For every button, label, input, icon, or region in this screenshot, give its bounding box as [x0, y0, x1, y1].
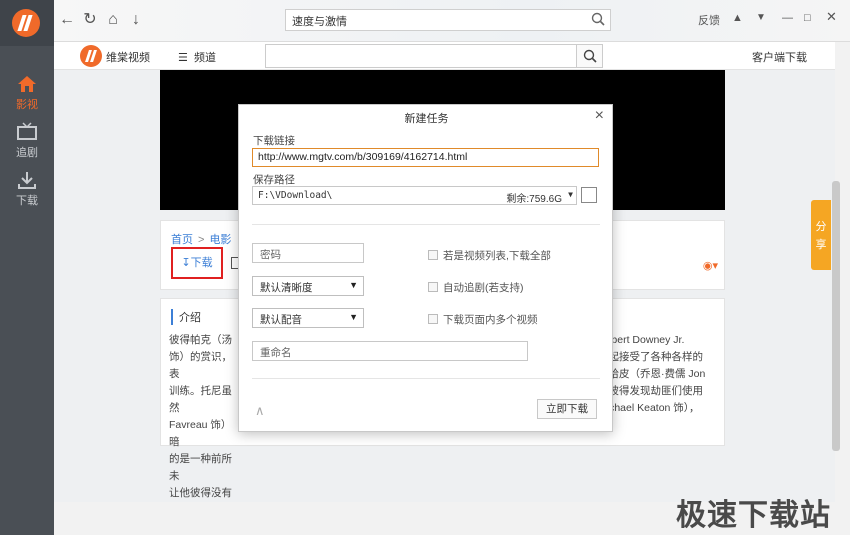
intro-line: 一起接受了各种各样的	[598, 351, 703, 363]
site-header: 维棠视频 ☰ 频道 客户端下载	[54, 42, 835, 70]
app-window: 影视 追剧 下载 ← ↻ ⌂ ↓ 速度与激情 反馈 ▲ ▼ — □ ✕ 维棠视频…	[0, 0, 850, 535]
option-label: 若是视频列表,下载全部	[443, 250, 551, 262]
path-label: 保存路径	[253, 174, 295, 186]
intro-line: 饰）的赏识，表	[169, 351, 232, 380]
breadcrumb-category[interactable]: 电影	[209, 234, 231, 246]
skin-icon[interactable]: ▲	[732, 12, 743, 24]
minimize-icon[interactable]: —	[782, 12, 793, 24]
checkbox[interactable]	[428, 314, 438, 324]
breadcrumb-separator: >	[198, 234, 205, 246]
sidebar-item-label: 追剧	[16, 147, 38, 159]
download-label: 下载	[190, 257, 213, 269]
password-input[interactable]: 密码	[252, 243, 364, 263]
collapse-up-icon[interactable]: ∧	[255, 403, 265, 419]
client-download-link[interactable]: 客户端下载	[752, 49, 807, 65]
chevron-down-icon[interactable]: ▼	[568, 190, 573, 199]
checkbox[interactable]	[428, 250, 438, 260]
option-auto-follow[interactable]: 自动追剧(若支持)	[428, 280, 524, 295]
intro-line: 工哈皮（乔恩·费儒 Jon	[598, 368, 706, 380]
quality-select[interactable]: 默认清晰度 ▼	[252, 276, 364, 296]
maximize-icon[interactable]: □	[804, 12, 811, 24]
intro-line: Favreau 饰）暗	[169, 419, 232, 448]
intro-line: 彼得帕克（汤	[169, 334, 232, 346]
rename-input[interactable]: 重命名	[252, 341, 528, 361]
option-multi-video[interactable]: 下载页面内多个视频	[428, 312, 538, 327]
save-path-value: F:\VDownload\	[258, 190, 333, 201]
intro-title: 介绍	[171, 309, 201, 325]
back-icon[interactable]: ←	[58, 11, 76, 29]
site-logo[interactable]	[80, 45, 102, 67]
refresh-icon[interactable]: ↻	[81, 11, 99, 29]
search-icon	[583, 49, 597, 63]
url-input[interactable]: http://www.mgtv.com/b/309169/4162714.htm…	[252, 148, 599, 167]
download-icon	[18, 172, 36, 189]
close-window-icon[interactable]: ✕	[826, 9, 837, 25]
option-label: 自动追剧(若支持)	[443, 282, 524, 294]
sidebar-item-label: 影视	[16, 99, 38, 111]
download-button[interactable]: ↧下载	[171, 247, 223, 279]
search-icon[interactable]	[591, 12, 605, 26]
intro-text-right: Robert Downey Jr. 一起接受了各种各样的 工哈皮（乔恩·费儒 J…	[598, 332, 716, 417]
download-arrow-icon[interactable]: ↓	[127, 11, 145, 29]
option-download-all[interactable]: 若是视频列表,下载全部	[428, 248, 551, 263]
intro-line: 的是一种前所未	[169, 453, 232, 482]
audio-select[interactable]: 默认配音 ▼	[252, 308, 364, 328]
sidebar-item-download[interactable]: 下载	[0, 170, 54, 216]
save-path-select[interactable]: F:\VDownload\ 剩余:759.6G ▼	[252, 186, 577, 205]
home-icon	[18, 76, 36, 92]
tv-icon	[17, 122, 37, 140]
chevron-down-icon: ▼	[349, 280, 358, 290]
url-label: 下载链接	[253, 135, 295, 147]
address-text: 速度与激情	[292, 16, 347, 28]
watermark: 极速下载站	[676, 498, 831, 533]
channel-menu[interactable]: ☰ 频道	[178, 49, 216, 65]
divider	[252, 224, 600, 225]
quality-value: 默认清晰度	[260, 282, 313, 294]
folder-icon[interactable]	[581, 187, 597, 203]
top-toolbar: ← ↻ ⌂ ↓ 速度与激情 反馈 ▲ ▼ — □ ✕	[54, 0, 850, 42]
download-small-icon: ↧	[181, 257, 191, 269]
divider	[252, 378, 600, 379]
sidebar-item-movies[interactable]: 影视	[0, 74, 54, 120]
free-space: 剩余:759.6G	[506, 194, 562, 205]
share-side-tab[interactable]: 分享	[811, 200, 831, 270]
sidebar-item-follow[interactable]: 追剧	[0, 122, 54, 168]
breadcrumb: 首页 > 电影	[171, 231, 231, 247]
hamburger-icon: ☰	[178, 52, 188, 64]
channel-label: 频道	[194, 52, 216, 64]
intro-text-left: 彼得帕克（汤 饰）的赏识，表 训练。托尼虽然 Favreau 饰）暗 的是一种前…	[169, 332, 241, 519]
sidebar-item-label: 下载	[16, 195, 38, 207]
site-search-input[interactable]	[265, 44, 603, 68]
scrollbar[interactable]	[832, 181, 840, 451]
dialog-title: 新建任务	[404, 113, 449, 125]
chevron-down-icon: ▼	[349, 312, 358, 322]
intro-line: Robert Downey Jr.	[598, 334, 685, 346]
audio-value: 默认配音	[260, 314, 302, 326]
home-nav-icon[interactable]: ⌂	[104, 11, 122, 29]
start-download-button[interactable]: 立即下载	[537, 399, 597, 419]
sidebar: 影视 追剧 下载	[0, 0, 54, 535]
app-logo[interactable]	[12, 9, 40, 37]
mgtv-source-icon[interactable]: ◉▾	[703, 259, 718, 272]
site-name[interactable]: 维棠视频	[106, 49, 150, 65]
intro-line: ，彼得发现劫匪们使用	[598, 385, 703, 397]
breadcrumb-home[interactable]: 首页	[171, 234, 193, 246]
checkbox[interactable]	[428, 282, 438, 292]
intro-line: 训练。托尼虽然	[169, 385, 232, 414]
menu-icon[interactable]: ▼	[756, 12, 766, 23]
site-search-button[interactable]	[576, 45, 602, 67]
close-icon[interactable]: ×	[595, 107, 604, 125]
option-label: 下载页面内多个视频	[443, 314, 538, 326]
intro-line: Michael Keaton 饰），	[598, 402, 700, 414]
feedback-link[interactable]: 反馈	[698, 12, 720, 28]
new-task-dialog: 新建任务 × 下载链接 http://www.mgtv.com/b/309169…	[238, 104, 613, 432]
address-bar[interactable]: 速度与激情	[285, 9, 611, 31]
